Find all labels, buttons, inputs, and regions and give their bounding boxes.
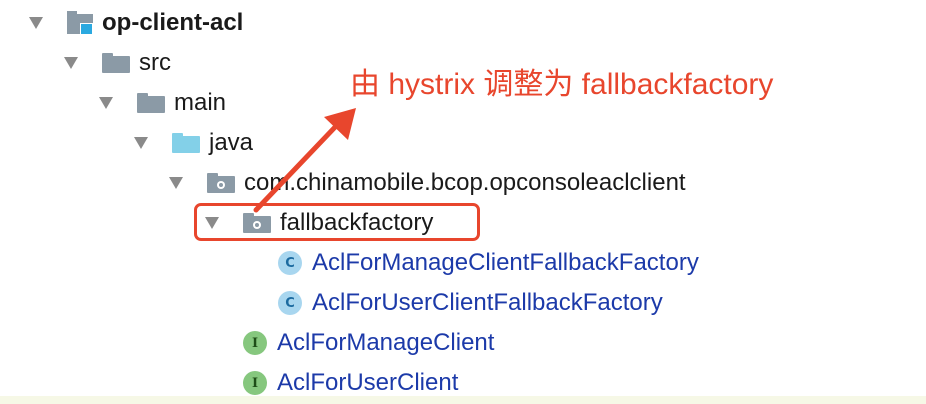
annotation-text: 由 hystrix 调整为 fallbackfactory — [350, 68, 774, 101]
annotation-arrow — [253, 108, 356, 213]
